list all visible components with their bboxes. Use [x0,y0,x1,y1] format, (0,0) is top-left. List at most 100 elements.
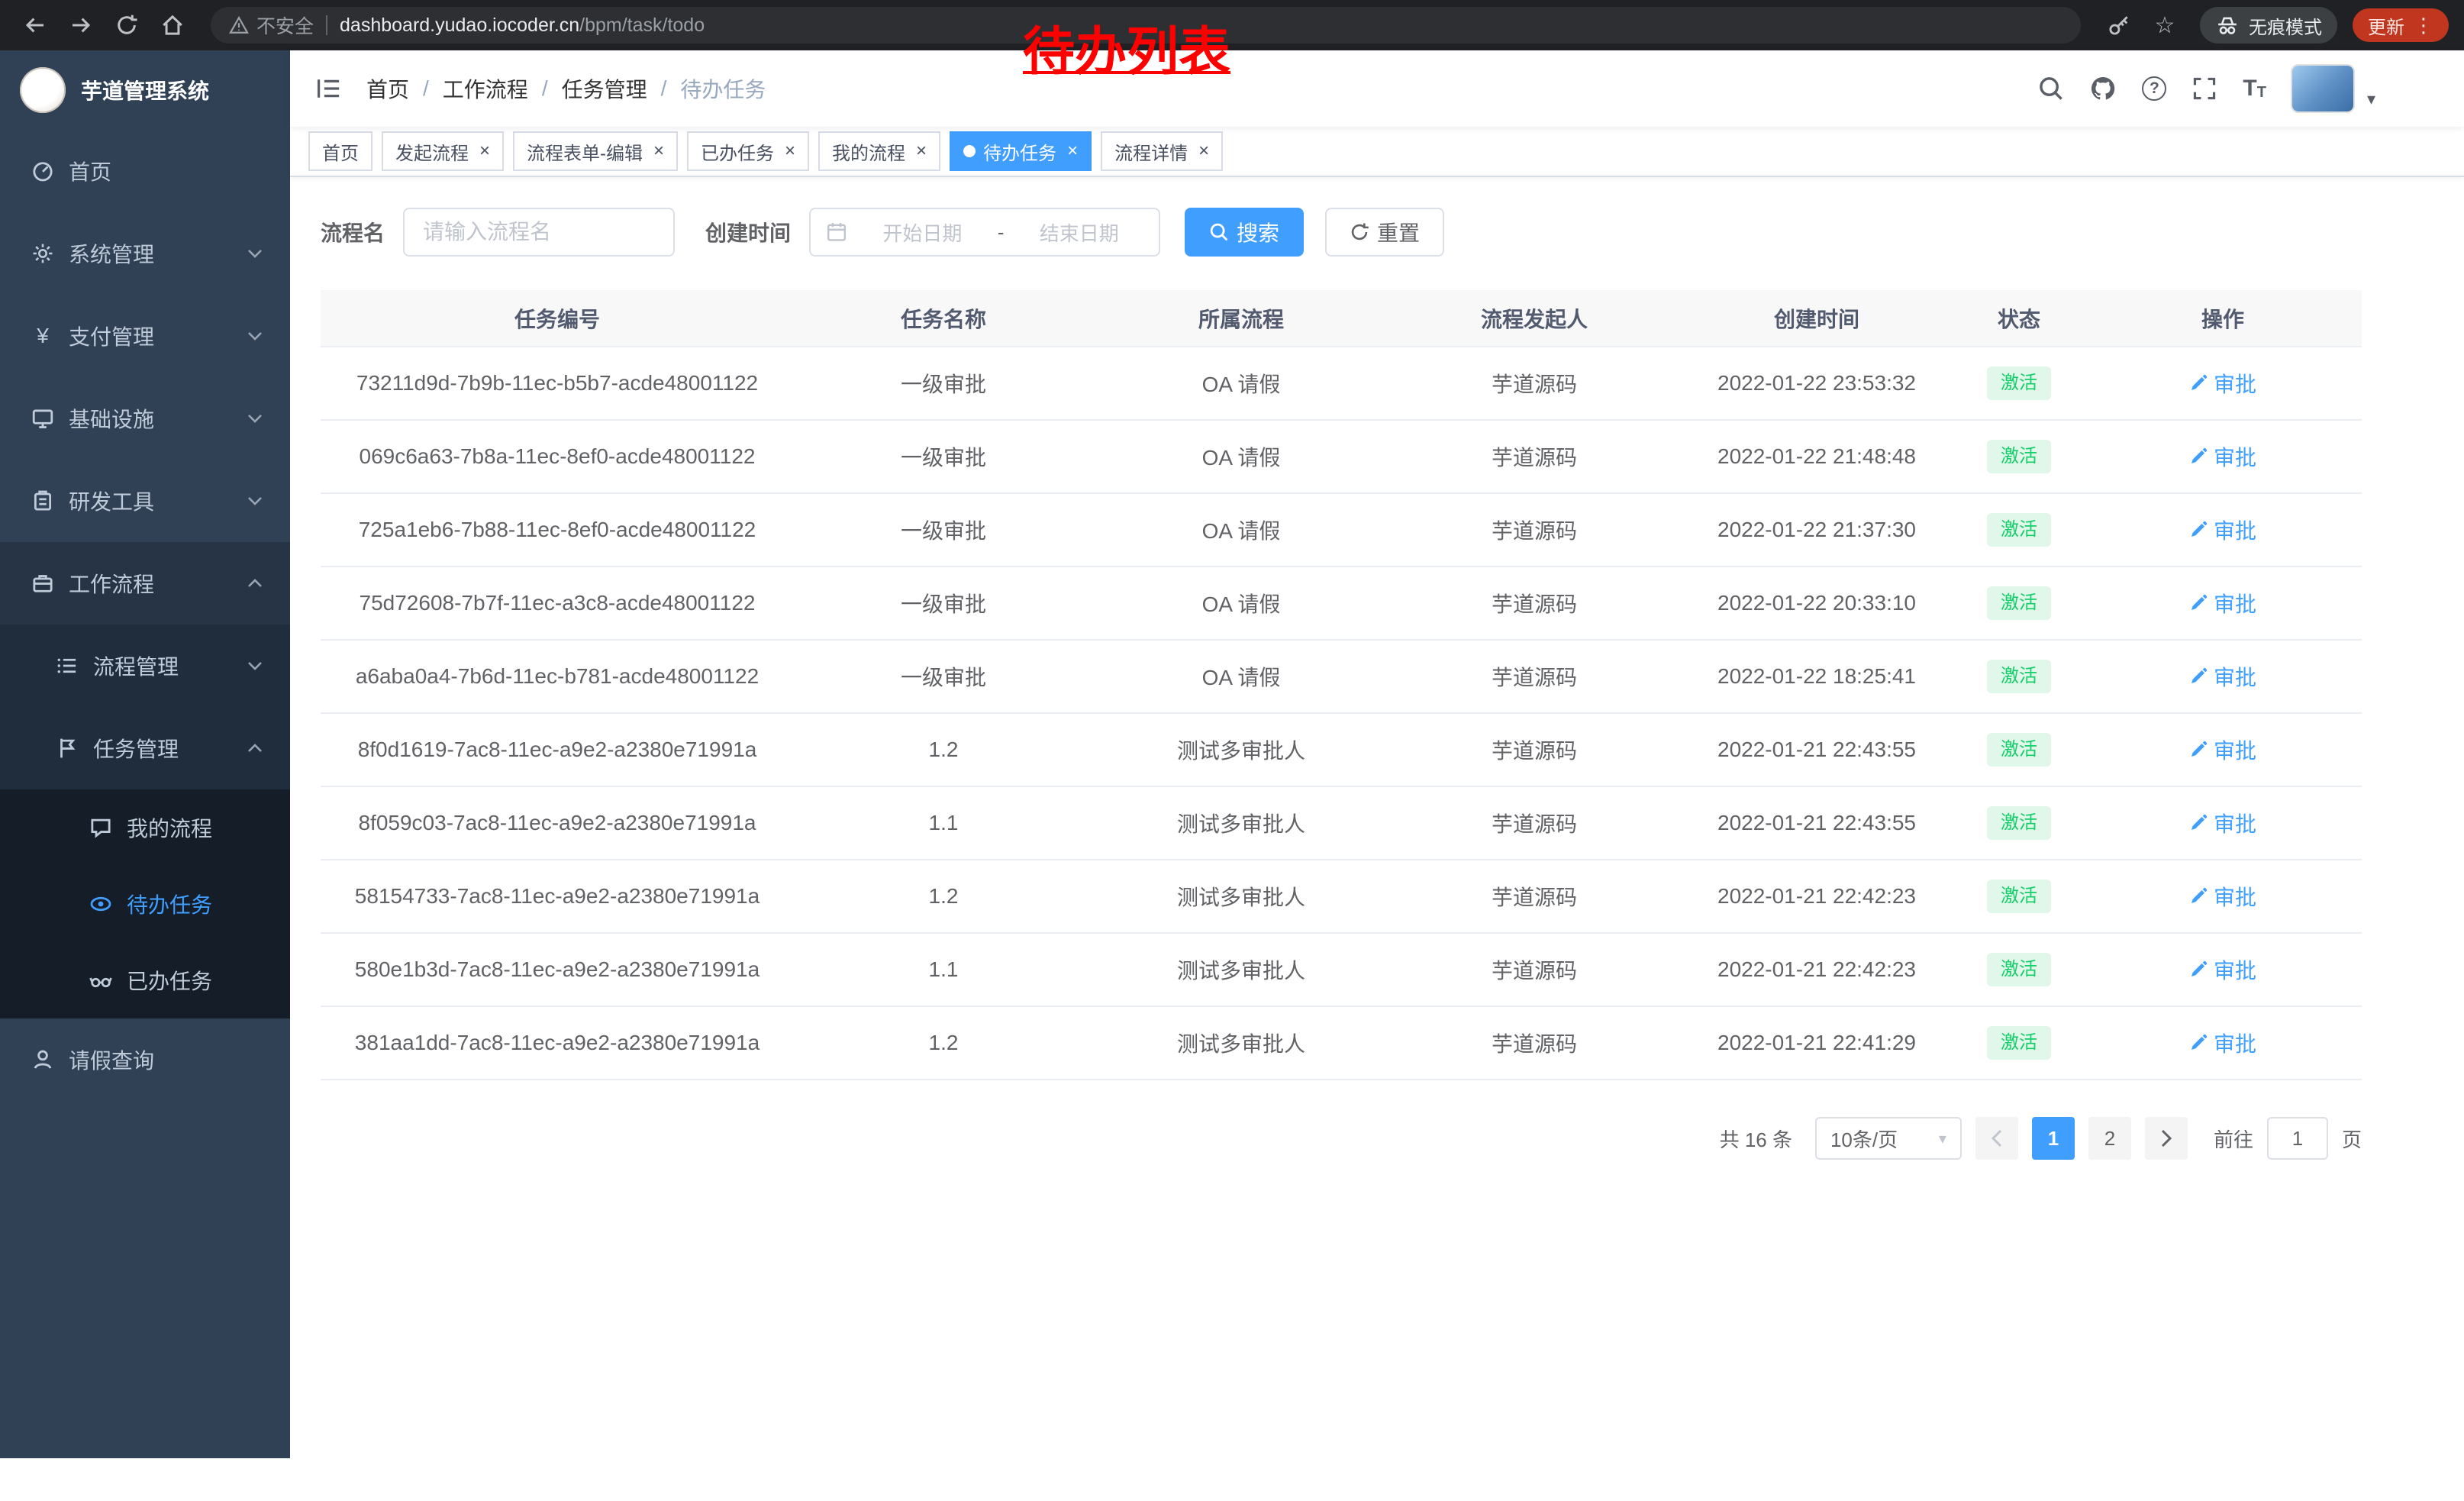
cell-task-name: 一级审批 [794,567,1093,640]
page-1-button[interactable]: 1 [2032,1117,2075,1160]
close-icon[interactable]: × [785,142,795,160]
approve-link[interactable]: 审批 [2189,808,2256,838]
sidebar-item-my-process[interactable]: 我的流程 [0,789,290,866]
search-button[interactable] [2038,76,2064,102]
reload-button[interactable] [107,5,147,45]
close-icon[interactable]: × [653,142,664,160]
sidebar-item-workflow[interactable]: 工作流程 [0,542,290,625]
edit-pen-icon [2189,594,2208,612]
cell-starter: 芋道源码 [1389,420,1679,493]
status-badge: 激活 [1987,1026,2051,1059]
approve-link[interactable]: 审批 [2189,734,2256,765]
sidebar-item-payment[interactable]: ¥ 支付管理 [0,295,290,377]
breadcrumb-workflow[interactable]: 工作流程 [443,73,528,104]
cell-starter: 芋道源码 [1389,1006,1679,1080]
cell-task-name: 一级审批 [794,493,1093,567]
page-2-button[interactable]: 2 [2088,1117,2131,1160]
gear-icon [31,242,55,265]
close-icon[interactable]: × [1067,142,1078,160]
fullscreen-icon [2192,76,2217,101]
github-button[interactable] [2090,76,2116,102]
reset-button[interactable]: 重置 [1325,208,1444,257]
status-badge: 激活 [1987,953,2051,986]
close-icon[interactable]: × [1198,142,1209,160]
approve-link[interactable]: 审批 [2189,1028,2256,1058]
sidebar-item-done-tasks[interactable]: 已办任务 [0,942,290,1018]
avatar-caret-icon[interactable]: ▾ [2367,89,2375,109]
edit-pen-icon [2189,447,2208,466]
approve-link[interactable]: 审批 [2189,954,2256,985]
calendar-icon [826,221,847,243]
tab-form-edit[interactable]: 流程表单-编辑× [513,131,678,171]
cell-task-name: 1.1 [794,786,1093,860]
search-submit-button[interactable]: 搜索 [1185,208,1304,257]
bookmark-star-button[interactable]: ☆ [2145,5,2185,45]
edit-pen-icon [2189,814,2208,832]
approve-link[interactable]: 审批 [2189,368,2256,399]
chrome-menu-icon[interactable]: ⋮ [2414,14,2433,37]
logo-avatar [20,67,66,113]
sidebar-item-system[interactable]: 系统管理 [0,212,290,295]
cell-created: 2022-01-22 21:48:48 [1679,420,1954,493]
cell-process: 测试多审批人 [1093,933,1389,1006]
close-icon[interactable]: × [479,142,490,160]
security-indicator[interactable]: 不安全 [229,11,314,39]
tab-home[interactable]: 首页 [308,131,373,171]
sidebar-item-home[interactable]: 首页 [0,130,290,212]
sidebar-item-process-mgmt[interactable]: 流程管理 [0,625,290,707]
back-button[interactable] [15,5,55,45]
breadcrumb-task-mgmt[interactable]: 任务管理 [562,73,647,104]
help-icon[interactable]: ? [2142,76,2166,101]
home-button[interactable] [153,5,192,45]
sidebar-item-leave-query[interactable]: 请假查询 [0,1018,290,1101]
tab-done-tasks[interactable]: 已办任务× [687,131,809,171]
sidebar-item-label: 工作流程 [69,568,154,599]
table-row: 381aa1dd-7ac8-11ec-a9e2-a2380e71991a 1.2… [321,1006,2362,1080]
tab-process-detail[interactable]: 流程详情× [1101,131,1223,171]
status-badge: 激活 [1987,586,2051,619]
address-bar[interactable]: 不安全 dashboard.yudao.iocoder.cn/bpm/task/… [211,7,2081,44]
next-page-button[interactable] [2145,1117,2188,1160]
forward-button[interactable] [61,5,101,45]
close-icon[interactable]: × [916,142,927,160]
sidebar-item-task-mgmt[interactable]: 任务管理 [0,707,290,789]
cell-task-name: 1.2 [794,1006,1093,1080]
sidebar-logo[interactable]: 芋道管理系统 [0,50,290,130]
sidebar-item-label: 我的流程 [127,812,212,843]
status-badge: 激活 [1987,513,2051,546]
cell-status: 激活 [1954,640,2084,713]
sidebar-item-todo-tasks[interactable]: 待办任务 [0,866,290,942]
fullscreen-button[interactable] [2192,76,2217,101]
sidebar-item-label: 系统管理 [69,238,154,269]
page-content: 流程名 创建时间 开始日期 - 结束日期 搜索 重 [290,177,2464,1190]
cell-status: 激活 [1954,493,2084,567]
password-key-button[interactable] [2099,5,2139,45]
sidebar-item-infrastructure[interactable]: 基础设施 [0,377,290,460]
approve-link[interactable]: 审批 [2189,515,2256,545]
approve-link[interactable]: 审批 [2189,588,2256,618]
approve-link[interactable]: 审批 [2189,441,2256,472]
tab-my-process[interactable]: 我的流程× [818,131,940,171]
breadcrumb-home[interactable]: 首页 [366,73,409,104]
approve-link[interactable]: 审批 [2189,661,2256,692]
cell-process: 测试多审批人 [1093,713,1389,786]
goto-page-input[interactable] [2267,1117,2328,1160]
avatar[interactable] [2292,66,2353,111]
chrome-update-button[interactable]: 更新 ⋮ [2353,8,2449,42]
sidebar-item-devtools[interactable]: 研发工具 [0,460,290,542]
tab-todo-tasks[interactable]: 待办任务× [950,131,1092,171]
sidebar-toggle-button[interactable] [290,77,366,100]
approve-link[interactable]: 审批 [2189,881,2256,912]
process-name-input[interactable] [403,208,675,257]
page-size-select[interactable]: 10条/页 ▾ [1815,1117,1962,1160]
sidebar-item-label: 基础设施 [69,403,154,434]
cell-actions: 审批 [2084,493,2362,567]
col-process: 所属流程 [1093,290,1389,347]
table-header-row: 任务编号 任务名称 所属流程 流程发起人 创建时间 状态 操作 [321,290,2362,347]
tab-start-process[interactable]: 发起流程× [382,131,504,171]
date-range-input[interactable]: 开始日期 - 结束日期 [809,208,1160,257]
font-size-button[interactable]: TT [2243,76,2266,102]
prev-page-button[interactable] [1975,1117,2018,1160]
table-row: a6aba0a4-7b6d-11ec-b781-acde48001122 一级审… [321,640,2362,713]
cell-starter: 芋道源码 [1389,713,1679,786]
